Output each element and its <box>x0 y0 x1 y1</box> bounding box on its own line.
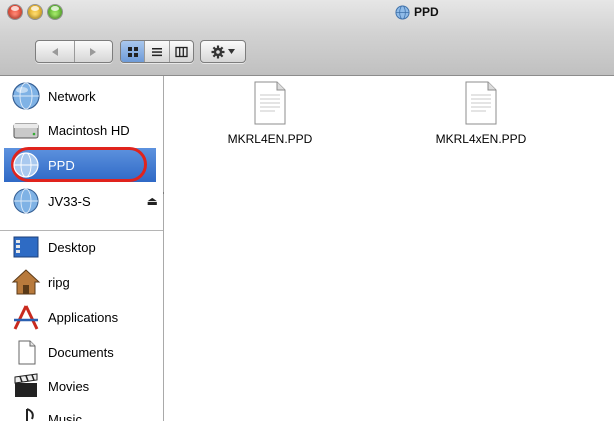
window-toolbar: PPD <box>0 0 614 76</box>
file-browser-area: MKRL4EN.PPD MKRL4xEN.PPD <box>164 76 614 421</box>
sidebar-item-label: Macintosh HD <box>48 122 130 138</box>
back-forward-control <box>35 40 113 63</box>
sidebar-item-music[interactable]: Music <box>10 404 82 421</box>
minimize-window-button[interactable] <box>28 5 42 19</box>
sidebar-item-documents[interactable]: Documents <box>10 337 114 367</box>
sidebar-item-applications[interactable]: Applications <box>10 302 118 332</box>
file-name: MKRL4EN.PPD <box>227 132 313 146</box>
action-menu-button[interactable] <box>200 40 246 63</box>
sidebar-item-ppd[interactable]: PPD <box>10 150 75 180</box>
back-button[interactable] <box>36 41 75 62</box>
movies-icon <box>10 370 42 402</box>
sidebar-item-label: Movies <box>48 378 90 394</box>
sidebar-item-label: Network <box>48 88 96 104</box>
network-drive-icon <box>395 4 410 20</box>
forward-button[interactable] <box>75 41 113 62</box>
sidebar: Network Macintosh HD PPD JV33-S ⏏ Deskto… <box>0 76 164 421</box>
sidebar-item-label: Desktop <box>48 239 96 255</box>
action-menu-segment[interactable] <box>201 41 245 62</box>
sidebar-item-label: JV33-S <box>48 193 91 209</box>
icon-view-button[interactable] <box>121 41 146 62</box>
view-mode-control <box>120 40 194 63</box>
file-name: MKRL4xEN.PPD <box>435 132 527 146</box>
list-view-button[interactable] <box>145 41 170 62</box>
documents-icon <box>10 336 42 368</box>
eject-icon[interactable]: ⏏ <box>147 194 158 208</box>
sidebar-item-label: Documents <box>48 344 114 360</box>
sidebar-item-label: Applications <box>48 309 119 325</box>
music-icon <box>10 403 42 421</box>
network-globe-icon <box>10 80 42 112</box>
sidebar-item-network[interactable]: Network <box>10 81 96 111</box>
sidebar-item-macintosh-hd[interactable]: Macintosh HD <box>10 115 130 145</box>
close-window-button[interactable] <box>8 5 22 19</box>
window-title-bar: PPD <box>395 3 439 21</box>
document-icon <box>465 81 497 125</box>
document-icon <box>254 81 286 125</box>
desktop-icon <box>10 231 42 263</box>
column-view-button[interactable] <box>170 41 193 62</box>
dropdown-arrow-icon <box>228 49 235 54</box>
network-volume-icon <box>10 185 42 217</box>
sidebar-item-label: ripg <box>48 274 70 290</box>
sidebar-item-home[interactable]: ripg <box>10 267 70 297</box>
sidebar-item-label: Music <box>48 411 82 421</box>
sidebar-item-movies[interactable]: Movies <box>10 371 89 401</box>
forward-arrow-icon <box>90 47 97 56</box>
window-title: PPD <box>414 5 439 19</box>
sidebar-item-jv33-s[interactable]: JV33-S ⏏ <box>10 186 158 216</box>
network-volume-icon <box>10 149 42 181</box>
gear-icon <box>211 45 225 58</box>
sidebar-item-label: PPD <box>48 157 75 173</box>
file-item[interactable]: MKRL4EN.PPD <box>210 81 330 146</box>
list-view-icon <box>151 47 162 56</box>
sidebar-item-desktop[interactable]: Desktop <box>10 232 96 262</box>
applications-icon <box>10 301 42 333</box>
file-item[interactable]: MKRL4xEN.PPD <box>421 81 541 146</box>
hard-drive-icon <box>10 114 42 146</box>
back-arrow-icon <box>51 47 58 56</box>
column-view-icon <box>175 46 188 57</box>
icon-view-icon <box>127 46 138 57</box>
finder-window: PPD Network Macintosh HD PPD JV33-S ⏏ De… <box>0 0 614 421</box>
zoom-window-button[interactable] <box>48 5 62 19</box>
home-icon <box>10 266 42 298</box>
